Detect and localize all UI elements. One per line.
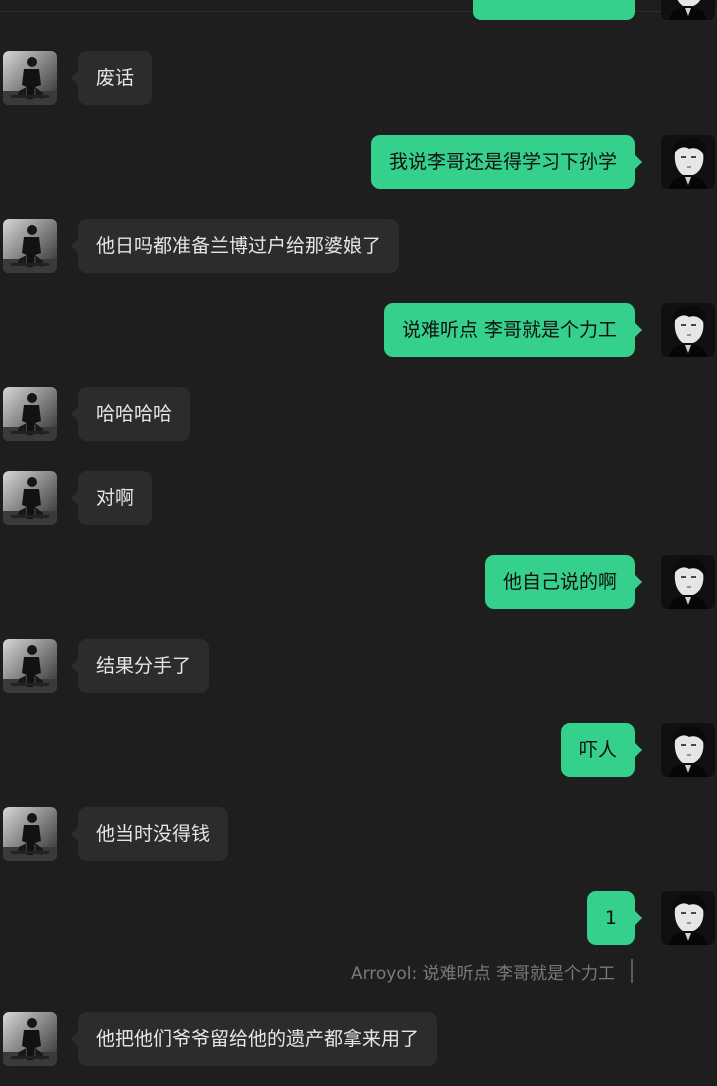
incoming-message-bubble[interactable]: 他把他们爷爷留给他的遗产都拿来用了 bbox=[70, 1012, 438, 1066]
self-avatar-illustration-icon bbox=[661, 723, 715, 777]
self-avatar[interactable] bbox=[661, 723, 715, 777]
contact-avatar-photo-icon bbox=[3, 471, 57, 525]
contact-avatar[interactable] bbox=[3, 639, 57, 693]
incoming-message-bubble[interactable]: 他日吗都准备兰博过户给那婆娘了 bbox=[70, 219, 400, 273]
contact-avatar-photo-icon bbox=[3, 387, 57, 441]
message-row-outgoing: 吓人 bbox=[0, 723, 717, 777]
outgoing-message-bubble[interactable]: 说难听点 李哥就是个力工 bbox=[383, 303, 643, 357]
message-row-incoming: 哈哈哈哈 bbox=[0, 387, 717, 441]
self-avatar[interactable] bbox=[661, 891, 715, 945]
outgoing-message-bubble[interactable]: 吓人 bbox=[560, 723, 643, 777]
self-avatar-illustration-icon bbox=[661, 891, 715, 945]
contact-avatar[interactable] bbox=[3, 51, 57, 105]
contact-avatar-photo-icon bbox=[3, 639, 57, 693]
message-row-incoming: 他把他们爷爷留给他的遗产都拿来用了 bbox=[0, 1012, 717, 1066]
quote-divider bbox=[631, 959, 633, 983]
incoming-message-bubble[interactable]: 结果分手了 bbox=[70, 639, 210, 693]
quoted-reply[interactable]: Arroyol: 说难听点 李哥就是个力工 bbox=[351, 958, 633, 984]
self-avatar[interactable] bbox=[661, 135, 715, 189]
contact-avatar[interactable] bbox=[3, 471, 57, 525]
contact-avatar[interactable] bbox=[3, 219, 57, 273]
incoming-message-bubble[interactable]: 他当时没得钱 bbox=[70, 807, 229, 861]
contact-avatar[interactable] bbox=[3, 1012, 57, 1066]
self-avatar-illustration-icon bbox=[661, 135, 715, 189]
outgoing-message-bubble[interactable]: 他自己说的啊 bbox=[484, 555, 643, 609]
contact-avatar-photo-icon bbox=[3, 1012, 57, 1066]
self-avatar-illustration-icon bbox=[661, 555, 715, 609]
message-row-incoming: 他日吗都准备兰博过户给那婆娘了 bbox=[0, 219, 717, 273]
message-row-incoming: 对啊 bbox=[0, 471, 717, 525]
contact-avatar-photo-icon bbox=[3, 807, 57, 861]
message-row-outgoing: 他自己说的啊 bbox=[0, 555, 717, 609]
outgoing-message-bubble-partial[interactable] bbox=[473, 0, 635, 20]
message-row-incoming: 废话 bbox=[0, 51, 717, 105]
self-avatar-illustration-icon bbox=[661, 0, 715, 20]
message-row-incoming: 他当时没得钱 bbox=[0, 807, 717, 861]
contact-avatar[interactable] bbox=[3, 387, 57, 441]
message-row-outgoing: 说难听点 李哥就是个力工 bbox=[0, 303, 717, 357]
self-avatar-illustration-icon bbox=[661, 303, 715, 357]
incoming-message-bubble[interactable]: 哈哈哈哈 bbox=[70, 387, 191, 441]
message-row-outgoing: 1 bbox=[0, 891, 717, 945]
incoming-message-bubble[interactable]: 对啊 bbox=[70, 471, 153, 525]
contact-avatar[interactable] bbox=[3, 807, 57, 861]
self-avatar[interactable] bbox=[661, 555, 715, 609]
incoming-message-bubble[interactable]: 废话 bbox=[70, 51, 153, 105]
outgoing-message-bubble[interactable]: 1 bbox=[586, 891, 643, 945]
self-avatar[interactable] bbox=[661, 0, 715, 20]
message-row-incoming: 结果分手了 bbox=[0, 639, 717, 693]
self-avatar[interactable] bbox=[661, 303, 715, 357]
contact-avatar-photo-icon bbox=[3, 51, 57, 105]
message-row-outgoing: 我说李哥还是得学习下孙学 bbox=[0, 135, 717, 189]
contact-avatar-photo-icon bbox=[3, 219, 57, 273]
outgoing-message-bubble[interactable]: 我说李哥还是得学习下孙学 bbox=[370, 135, 643, 189]
quoted-reply-text: Arroyol: 说难听点 李哥就是个力工 bbox=[350, 963, 615, 984]
